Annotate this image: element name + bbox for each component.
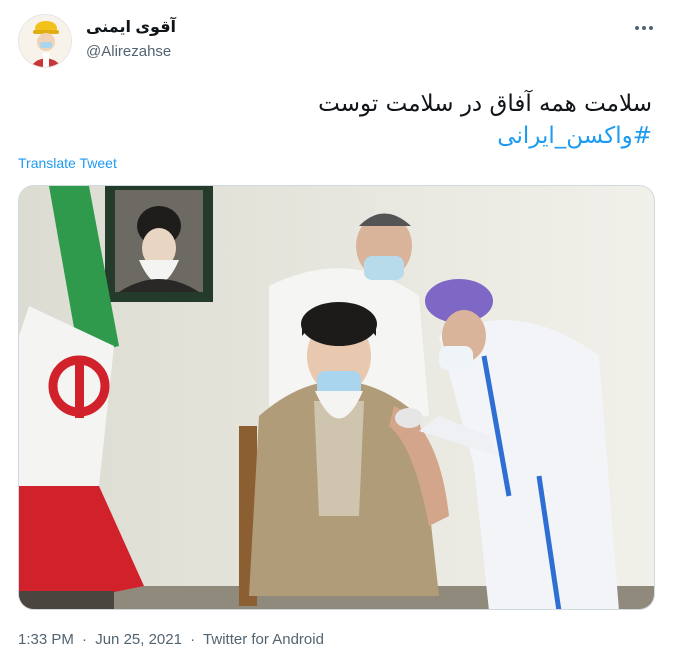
- more-options-button[interactable]: [630, 18, 658, 38]
- separator: ·: [190, 631, 196, 648]
- tweet-text: سلامت همه آفاق در سلامت توست #واکسن_ایرا…: [92, 88, 652, 152]
- more-horizontal-icon: [635, 26, 653, 30]
- tweet-text-line: سلامت همه آفاق در سلامت توست: [318, 91, 652, 117]
- avatar-image: [19, 15, 71, 67]
- tweet-time[interactable]: 1:33 PM: [18, 631, 74, 648]
- avatar[interactable]: [18, 14, 72, 68]
- tweet-metadata: 1:33 PM · Jun 25, 2021 · Twitter for And…: [18, 631, 324, 648]
- tweet-source-link[interactable]: Twitter for Android: [203, 631, 324, 648]
- tweet: آقوی ایمنی @Alirezahse سلامت همه آفاق در…: [0, 0, 677, 665]
- separator: ·: [82, 631, 88, 648]
- hashtag-link[interactable]: #واکسن_ایرانی: [92, 120, 652, 152]
- user-handle[interactable]: @Alirezahse: [86, 43, 171, 60]
- tweet-date[interactable]: Jun 25, 2021: [95, 631, 182, 648]
- display-name[interactable]: آقوی ایمنی: [86, 17, 176, 37]
- photo-illustration: [19, 186, 654, 609]
- translate-tweet-link[interactable]: Translate Tweet: [18, 155, 117, 171]
- tweet-photo[interactable]: [18, 185, 655, 610]
